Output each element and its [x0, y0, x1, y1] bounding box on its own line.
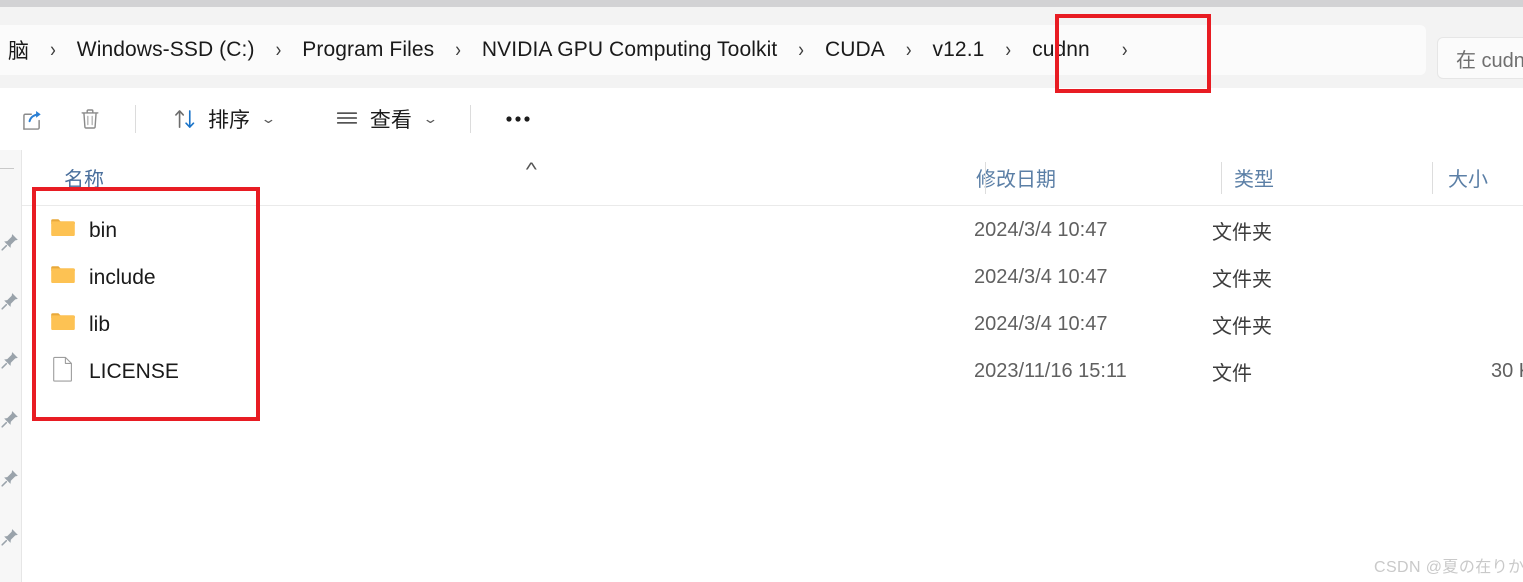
breadcrumb-item-2[interactable]: Program Files [292, 34, 444, 66]
file-icon [52, 356, 74, 387]
file-date-cell: 2024/3/4 10:47 [974, 313, 1108, 335]
breadcrumb-item-0[interactable]: 脑 [0, 31, 39, 69]
command-toolbar: 排序 ⌄ 查看 ⌄ [0, 88, 1523, 150]
chevron-down-icon: ⌄ [260, 111, 277, 126]
content-area: 名称 修改日期 类型 大小 ˄ bin 2024/3/4 10:47 文件夹 i… [0, 150, 1523, 582]
file-name-cell[interactable]: include [50, 264, 156, 291]
window-top-strip [0, 0, 1523, 7]
share-icon [20, 106, 47, 133]
rail-group-separator [0, 168, 14, 169]
watermark: CSDN @夏の在りか [1374, 559, 1523, 576]
sort-label: 排序 [208, 109, 250, 132]
file-size-cell: 30 K [1491, 360, 1523, 382]
table-row[interactable]: LICENSE 2023/11/16 15:11 文件 30 K [22, 348, 1523, 395]
breadcrumb-item-3[interactable]: NVIDIA GPU Computing Toolkit [472, 34, 787, 66]
folder-icon [50, 311, 76, 338]
file-type-cell: 文件夹 [1212, 316, 1272, 338]
column-divider-date[interactable] [985, 162, 986, 194]
file-date-cell: 2024/3/4 10:47 [974, 219, 1108, 241]
chevron-down-icon: ⌄ [422, 111, 439, 126]
pinned-item-icon[interactable] [0, 468, 20, 488]
breadcrumb[interactable]: 脑 › Windows-SSD (C:) › Program Files › N… [0, 25, 1426, 75]
column-header-type[interactable]: 类型 [1220, 150, 1274, 205]
breadcrumb-item-5[interactable]: v12.1 [923, 34, 995, 66]
file-name: lib [89, 312, 111, 336]
file-name: bin [89, 218, 118, 242]
breadcrumb-separator-3: › [798, 37, 804, 62]
file-type-cell: 文件夹 [1212, 222, 1272, 244]
file-name: include [89, 265, 156, 289]
breadcrumb-chevron-icon[interactable]: › [1100, 38, 1134, 63]
breadcrumb-item-1[interactable]: Windows-SSD (C:) [67, 34, 265, 66]
file-name-cell[interactable]: bin [50, 217, 117, 244]
breadcrumb-separator-5: › [1005, 37, 1012, 62]
toolbar-divider-1 [135, 105, 136, 133]
file-name: LICENSE [89, 359, 179, 383]
pinned-item-icon[interactable] [0, 409, 20, 429]
file-date-cell: 2024/3/4 10:47 [974, 266, 1108, 288]
column-header-date[interactable]: 修改日期 [962, 150, 1056, 205]
file-type-cell: 文件夹 [1212, 269, 1272, 291]
folder-icon [50, 217, 76, 244]
file-type-cell: 文件 [1212, 363, 1252, 385]
view-button[interactable]: 查看 ⌄ [322, 97, 448, 141]
column-header-row: 名称 修改日期 类型 大小 ˄ [22, 150, 1523, 206]
column-header-name[interactable]: 名称 [50, 150, 104, 205]
sort-icon [172, 106, 198, 132]
sort-button[interactable]: 排序 ⌄ [160, 97, 286, 141]
pinned-item-icon[interactable] [0, 350, 20, 370]
file-date-cell: 2023/11/16 15:11 [974, 360, 1127, 382]
pinned-item-icon[interactable] [0, 232, 20, 252]
breadcrumb-item-cudnn[interactable]: cudnn [1022, 34, 1100, 66]
folder-icon [50, 264, 76, 291]
file-explorer-window: 脑 › Windows-SSD (C:) › Program Files › N… [0, 0, 1523, 582]
file-name-cell[interactable]: LICENSE [52, 356, 179, 387]
column-divider-type[interactable] [1221, 162, 1222, 194]
toolbar-divider-2 [469, 105, 471, 133]
search-box[interactable]: 在 cudnn 中搜索 [1437, 37, 1523, 79]
ellipsis-icon [503, 111, 533, 127]
more-options-button[interactable] [489, 97, 547, 141]
breadcrumb-item-4[interactable]: CUDA [815, 34, 895, 66]
table-row[interactable]: lib 2024/3/4 10:47 文件夹 [22, 301, 1523, 348]
search-input[interactable]: 在 cudnn 中搜索 [1456, 44, 1523, 73]
column-header-size[interactable]: 大小 [1434, 150, 1488, 205]
breadcrumb-separator-4: › [905, 37, 912, 62]
breadcrumb-separator-0: › [50, 37, 56, 62]
view-label: 查看 [369, 109, 412, 132]
pinned-item-icon[interactable] [0, 527, 20, 547]
pinned-item-icon[interactable] [0, 291, 20, 311]
table-row[interactable]: include 2024/3/4 10:47 文件夹 [22, 254, 1523, 301]
breadcrumb-separator-1: › [275, 37, 282, 62]
share-button[interactable] [6, 97, 61, 141]
breadcrumb-separator-2: › [455, 37, 461, 62]
view-list-icon [334, 106, 360, 132]
sort-ascending-icon: ˄ [524, 158, 538, 175]
file-name-cell[interactable]: lib [50, 311, 110, 338]
address-bar: 脑 › Windows-SSD (C:) › Program Files › N… [0, 12, 1523, 88]
trash-icon [77, 106, 103, 132]
column-divider-size[interactable] [1432, 162, 1433, 194]
table-row[interactable]: bin 2024/3/4 10:47 文件夹 [22, 207, 1523, 254]
delete-button[interactable] [61, 97, 119, 141]
